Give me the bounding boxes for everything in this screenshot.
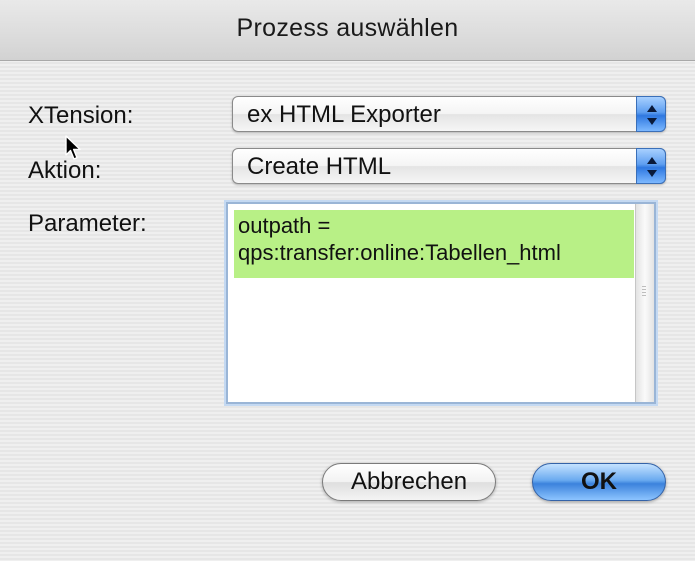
xtension-popup-value: ex HTML Exporter bbox=[247, 101, 441, 128]
aktion-popup[interactable]: Create HTML bbox=[232, 148, 666, 184]
parameter-scrollbar[interactable] bbox=[635, 204, 654, 402]
parameter-text[interactable]: outpath = qps:transfer:online:Tabellen_h… bbox=[234, 210, 634, 278]
cancel-button[interactable]: Abbrechen bbox=[322, 463, 496, 501]
mouse-pointer-icon bbox=[64, 135, 82, 166]
up-down-arrows-icon bbox=[636, 96, 666, 132]
aktion-popup-value: Create HTML bbox=[247, 153, 392, 180]
xtension-label: XTension: bbox=[28, 102, 134, 129]
process-select-dialog: Prozess auswählen XTension: ex HTML Expo… bbox=[0, 0, 695, 561]
parameter-textarea[interactable]: outpath = qps:transfer:online:Tabellen_h… bbox=[226, 202, 656, 404]
ok-button[interactable]: OK bbox=[532, 463, 666, 501]
scroll-grip-icon bbox=[642, 286, 646, 298]
title-bar: Prozess auswählen bbox=[0, 0, 695, 61]
xtension-popup[interactable]: ex HTML Exporter bbox=[232, 96, 666, 132]
dialog-title: Prozess auswählen bbox=[236, 14, 459, 42]
up-down-arrows-icon bbox=[636, 148, 666, 184]
parameter-label: Parameter: bbox=[28, 210, 147, 237]
